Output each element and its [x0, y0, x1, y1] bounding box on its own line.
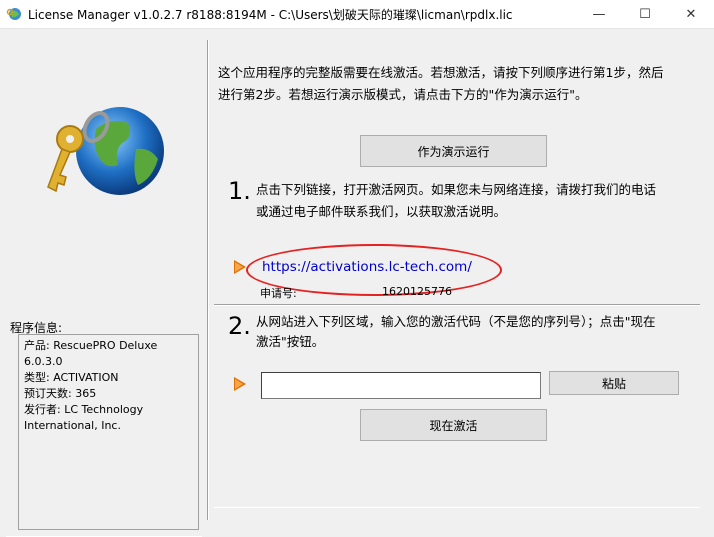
info-line: 类型: ACTIVATION	[24, 371, 119, 384]
info-line: 发行者: LC Technology	[24, 403, 144, 416]
info-line: 预订天数: 365	[24, 387, 97, 400]
intro-line: 进行第2步。若想运行演示版模式，请点击下方的"作为演示运行"。	[218, 87, 588, 102]
step-divider	[214, 304, 700, 306]
step-1-line: 点击下列链接，打开激活网页。如果您未与网络连接，请拨打我们的电话	[256, 182, 657, 197]
window-title: License Manager v1.0.2.7 r8188:8194M - C…	[28, 8, 513, 22]
intro-text: 这个应用程序的完整版需要在线激活。若想激活，请按下列顺序进行第1步，然后 进行第…	[210, 65, 714, 125]
title-bar: License Manager v1.0.2.7 r8188:8194M - C…	[0, 0, 714, 29]
arrow-icon	[234, 377, 246, 391]
step-1-number: 1.	[228, 177, 251, 205]
run-as-demo-button[interactable]: 作为演示运行	[360, 135, 547, 167]
maximize-button[interactable]: ☐	[622, 0, 668, 28]
paste-button[interactable]: 粘贴	[549, 371, 679, 395]
app-icon	[6, 8, 21, 20]
close-button[interactable]: ✕	[668, 0, 714, 28]
info-line: International, Inc.	[24, 419, 121, 432]
request-number-label: 申请号:	[260, 287, 297, 300]
info-line: 6.0.3.0	[24, 355, 63, 368]
arrow-icon	[234, 260, 246, 274]
intro-line: 这个应用程序的完整版需要在线激活。若想激活，请按下列顺序进行第1步，然后	[218, 65, 664, 80]
globe-key-logo	[47, 107, 164, 195]
info-line: 产品: RescuePRO Deluxe	[24, 339, 158, 352]
main-panel: 这个应用程序的完整版需要在线激活。若想激活，请按下列顺序进行第1步，然后 进行第…	[210, 29, 714, 529]
step-2-line: 激活"按钮。	[256, 334, 325, 349]
divider	[214, 507, 700, 508]
activation-code-input[interactable]	[261, 372, 541, 399]
vertical-divider	[207, 40, 209, 520]
program-info-box: 产品: RescuePRO Deluxe 6.0.3.0 类型: ACTIVAT…	[18, 334, 199, 530]
left-panel: 程序信息: 产品: RescuePRO Deluxe 6.0.3.0 类型: A…	[0, 29, 205, 537]
minimize-button[interactable]: —	[576, 0, 622, 28]
step-2-number: 2.	[228, 312, 251, 340]
step-1-line: 或通过电子邮件联系我们，以获取激活说明。	[256, 204, 507, 219]
request-number-value: 1620125776	[382, 285, 452, 298]
activate-now-button[interactable]: 现在激活	[360, 409, 547, 441]
step-2-line: 从网站进入下列区域，输入您的激活代码（不是您的序列号）；点击"现在	[256, 314, 656, 329]
step-2-text: 从网站进入下列区域，输入您的激活代码（不是您的序列号）；点击"现在 激活"按钮。	[256, 312, 696, 352]
step-1-text: 点击下列链接，打开激活网页。如果您未与网络连接，请拨打我们的电话 或通过电子邮件…	[256, 179, 696, 223]
